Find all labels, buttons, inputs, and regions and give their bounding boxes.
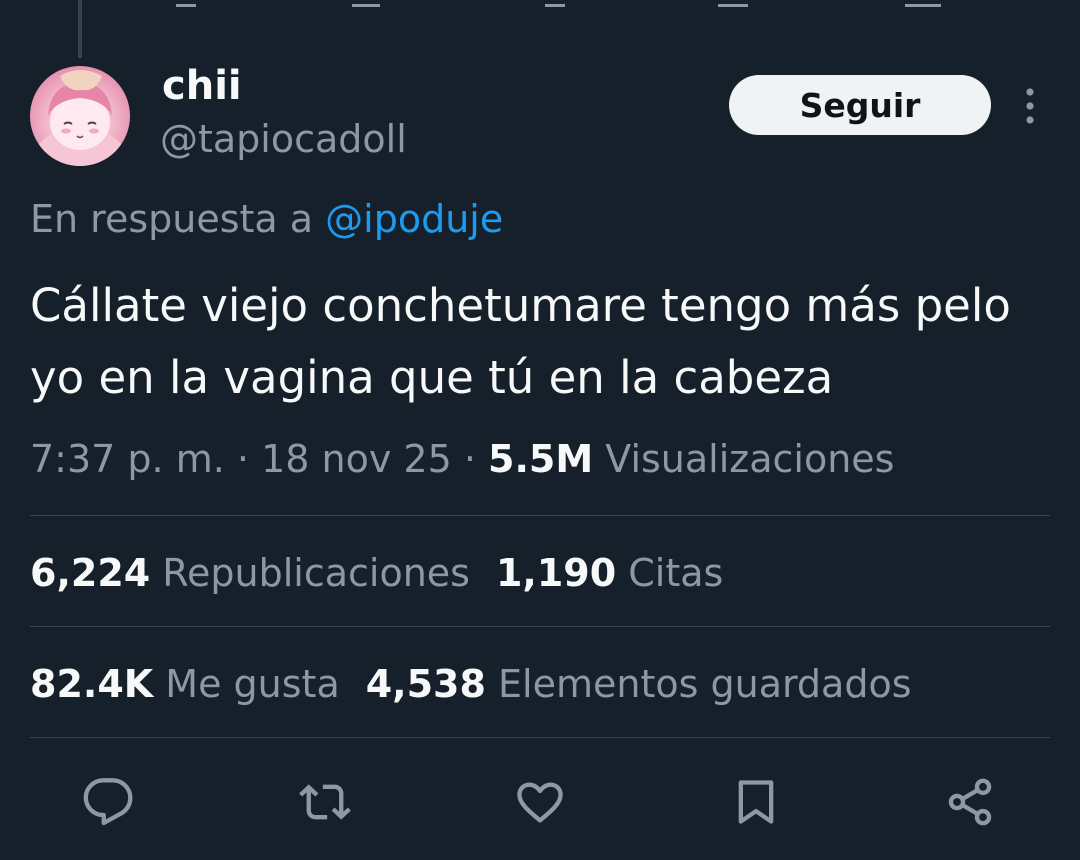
repost-button[interactable]	[295, 772, 355, 832]
stats-row-likes: 82.4K Me gusta 4,538 Elementos guardados	[30, 657, 912, 711]
repost-icon	[299, 784, 351, 820]
bookmarks-stat[interactable]: 4,538 Elementos guardados	[366, 662, 912, 706]
like-button[interactable]	[510, 772, 570, 832]
divider	[30, 737, 1050, 738]
follow-button[interactable]: Seguir	[729, 75, 991, 135]
likes-count: 82.4K	[30, 662, 154, 706]
reply-context: En respuesta a @ipoduje	[30, 192, 503, 246]
bookmarks-count: 4,538	[365, 662, 486, 706]
avatar[interactable]	[30, 66, 130, 166]
share-button[interactable]	[940, 772, 1000, 832]
quotes-label: Citas	[628, 551, 724, 595]
reply-mention-link[interactable]: @ipoduje	[325, 197, 503, 241]
likes-label: Me gusta	[165, 662, 340, 706]
divider	[30, 626, 1050, 627]
tweet-text: Cállate viejo conchetumare tengo más pel…	[30, 279, 1011, 404]
tweet-actions-bar	[0, 760, 1080, 840]
meta-separator: ·	[236, 437, 249, 481]
tweet-time[interactable]: 7:37 p. m.	[30, 437, 225, 481]
display-name[interactable]: chii	[162, 62, 242, 110]
reposts-label: Republicaciones	[162, 551, 470, 595]
like-icon	[517, 782, 563, 823]
previous-tweet-actions-cut	[0, 0, 1080, 10]
bookmark-button[interactable]	[726, 772, 786, 832]
meta-separator: ·	[463, 437, 476, 481]
reposts-stat[interactable]: 6,224 Republicaciones	[30, 551, 470, 595]
tweet-date[interactable]: 18 nov 25	[261, 437, 452, 481]
quotes-count: 1,190	[495, 551, 617, 595]
stats-row-reposts: 6,224 Republicaciones 1,190 Citas	[30, 546, 723, 600]
share-icon	[948, 778, 992, 826]
divider	[30, 515, 1050, 516]
tweet-meta: 7:37 p. m. · 18 nov 25 · 5.5M Visualizac…	[30, 432, 894, 486]
username-handle[interactable]: @tapiocadoll	[160, 114, 407, 164]
quotes-stat[interactable]: 1,190 Citas	[496, 551, 723, 595]
more-vertical-icon	[1026, 88, 1034, 124]
avatar-image	[34, 70, 126, 166]
views-label: Visualizaciones	[605, 437, 895, 481]
reposts-count: 6,224	[30, 551, 151, 595]
likes-stat[interactable]: 82.4K Me gusta	[30, 662, 340, 706]
more-options-button[interactable]	[1014, 82, 1046, 130]
reply-context-prefix: En respuesta a	[30, 197, 314, 241]
views-count: 5.5M	[488, 437, 594, 481]
reply-button[interactable]	[78, 772, 138, 832]
bookmarks-label: Elementos guardados	[498, 662, 912, 706]
bookmark-icon	[738, 780, 774, 824]
reply-icon	[83, 778, 133, 826]
